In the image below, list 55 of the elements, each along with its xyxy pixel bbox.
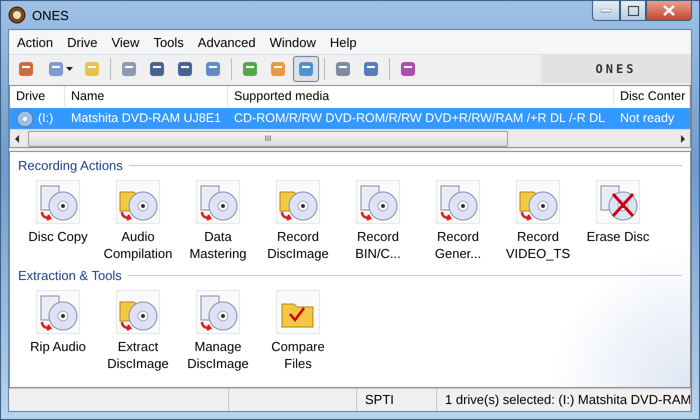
action-button[interactable]: Record Gener... — [418, 180, 498, 262]
minimize-icon — [601, 8, 611, 12]
action-button[interactable]: Manage DiscImage — [178, 290, 258, 372]
toolbar-icon — [119, 59, 139, 79]
action-button[interactable]: Record BIN/C... — [338, 180, 418, 262]
menu-item[interactable]: Action — [11, 32, 60, 52]
maximize-button[interactable] — [620, 1, 646, 21]
toolbar-icon — [16, 59, 36, 79]
action-button[interactable]: Record VIDEO_TS — [498, 180, 578, 262]
menu-item[interactable]: Advanced — [192, 32, 262, 52]
toolbar-icon — [361, 59, 381, 79]
toolbar-icon — [203, 59, 223, 79]
toolbar-icon — [175, 59, 195, 79]
toolbar-icon — [147, 59, 167, 79]
close-button[interactable] — [646, 1, 692, 21]
action-button[interactable]: Disc Copy — [18, 180, 98, 262]
drive-disc-icon — [16, 110, 34, 128]
action-button[interactable]: Data Mastering — [178, 180, 258, 262]
horizontal-scrollbar[interactable]: III — [10, 129, 690, 147]
section-title: Recording Actions — [18, 158, 123, 172]
table-cell-text: Not ready — [620, 110, 674, 127]
action-button[interactable]: Audio Compilation — [98, 180, 178, 262]
caret-icon — [66, 67, 72, 71]
toolbar-icon — [398, 59, 418, 79]
disc-cross-icon — [596, 180, 640, 224]
table-cell-text: CD-ROM/R/RW DVD-ROM/R/RW DVD+R/RW/RAM /+R DL /-R DL — [234, 110, 606, 127]
scrollbar-thumb[interactable]: III — [28, 130, 508, 146]
folder-icon — [276, 290, 320, 334]
table-cell-text: (I:) — [38, 110, 54, 127]
status-text: SPTI — [357, 389, 437, 411]
table-cell-text: Matshita DVD-RAM UJ8E1 — [71, 110, 222, 127]
action-button[interactable]: Record DiscImage — [258, 180, 338, 262]
status-text: 1 drive(s) selected: (I:) Matshita DVD-RAM — [437, 389, 691, 411]
menu-item[interactable]: Tools — [147, 32, 190, 52]
menu-item[interactable]: Help — [324, 32, 363, 52]
menu-item[interactable]: View — [105, 32, 146, 52]
toolbar-icon — [240, 59, 260, 79]
action-button[interactable]: Compare Files — [258, 290, 338, 372]
toolbar-icon — [268, 59, 288, 79]
toolbar-icon — [82, 59, 102, 79]
toolbar-button[interactable] — [293, 56, 319, 82]
action-button[interactable]: Extract DiscImage — [98, 290, 178, 372]
close-icon — [663, 5, 675, 16]
toolbar-icon — [296, 59, 316, 79]
window-title: ONES — [32, 8, 69, 22]
action-button[interactable]: Erase Disc — [578, 180, 658, 262]
app-logo-icon — [8, 6, 26, 24]
maximize-icon — [628, 6, 638, 16]
toolbar-icon — [333, 59, 353, 79]
action-button[interactable]: Rip Audio — [18, 290, 98, 372]
brand-logo: ONES — [596, 62, 636, 76]
menu-item[interactable]: Window — [264, 32, 322, 52]
minimize-button[interactable] — [592, 1, 620, 21]
section-title: Extraction & Tools — [18, 268, 122, 282]
menu-item[interactable]: Drive — [61, 32, 104, 52]
